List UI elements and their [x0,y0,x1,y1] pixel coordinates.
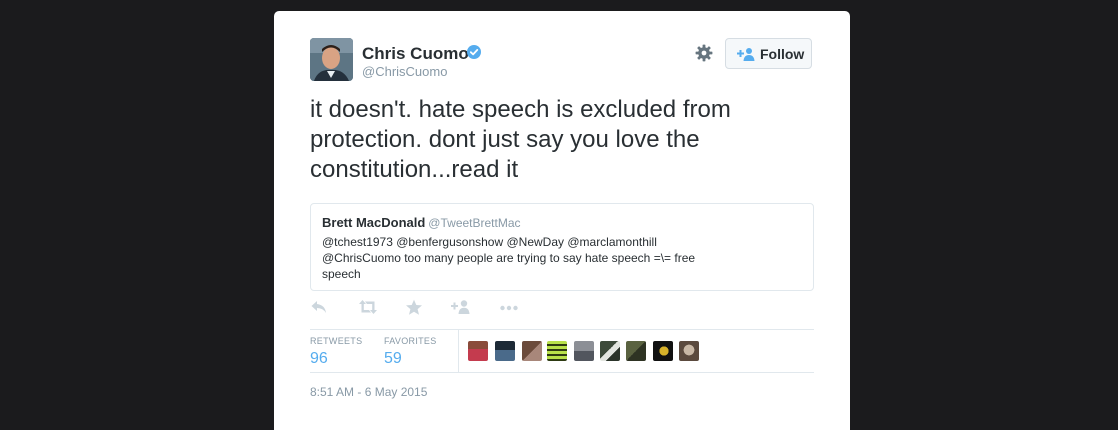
user-handle[interactable]: @ChrisCuomo [362,64,447,79]
retweets-count: 96 [310,350,328,367]
quoted-user-handle: @TweetBrettMac [428,216,521,230]
favoriter-avatar[interactable] [522,341,542,361]
favorite-star-icon [406,299,422,315]
more-dots-icon [500,305,518,311]
add-user-icon [451,300,470,314]
verified-badge-icon [467,45,481,59]
favoriter-avatar[interactable] [653,341,673,361]
favoriter-avatar[interactable] [679,341,699,361]
retweets-stat[interactable]: RETWEETS 96 [310,336,362,368]
retweet-button[interactable] [358,299,378,317]
follow-label: Follow [760,46,805,62]
add-user-icon [737,48,755,61]
retweets-label: RETWEETS [310,336,363,346]
follow-button[interactable]: Follow [725,38,812,69]
favoriter-avatar[interactable] [600,341,620,361]
favoriter-avatar[interactable] [495,341,515,361]
more-options-button[interactable] [499,299,519,317]
favoriter-avatar[interactable] [574,341,594,361]
favorites-count: 59 [384,350,402,367]
favorite-button[interactable] [405,299,425,317]
favorites-label: FAVORITES [384,336,437,346]
avatar-image [310,38,353,81]
favoriter-avatar[interactable] [626,341,646,361]
favorites-stat[interactable]: FAVORITES 59 [384,336,437,368]
reply-button[interactable] [310,299,330,317]
quoted-tweet[interactable]: Brett MacDonald @TweetBrettMac @tchest197… [310,203,814,291]
quoted-user-name: Brett MacDonald [322,215,426,230]
gear-icon[interactable] [695,44,713,62]
tweet-text: it doesn't. hate speech is excluded from… [310,96,731,183]
tweet-timestamp[interactable]: 8:51 AM - 6 May 2015 [310,385,427,399]
stats-divider [458,330,459,372]
favoriter-avatar[interactable] [547,341,567,361]
retweet-icon [359,300,377,314]
quoted-tweet-text: @tchest1973 @benfergusonshow @NewDay @ma… [322,235,696,281]
tweet-card: Chris Cuomo @ChrisCuomo Follow it doesn'… [274,11,850,430]
favoriter-avatar[interactable] [468,341,488,361]
avatar[interactable] [310,38,353,81]
user-name[interactable]: Chris Cuomo [362,44,469,64]
engagement-stats: RETWEETS 96 FAVORITES 59 [310,329,814,373]
follow-author-button[interactable] [451,299,471,317]
reply-icon [311,301,326,313]
tweet-actions [310,299,540,319]
